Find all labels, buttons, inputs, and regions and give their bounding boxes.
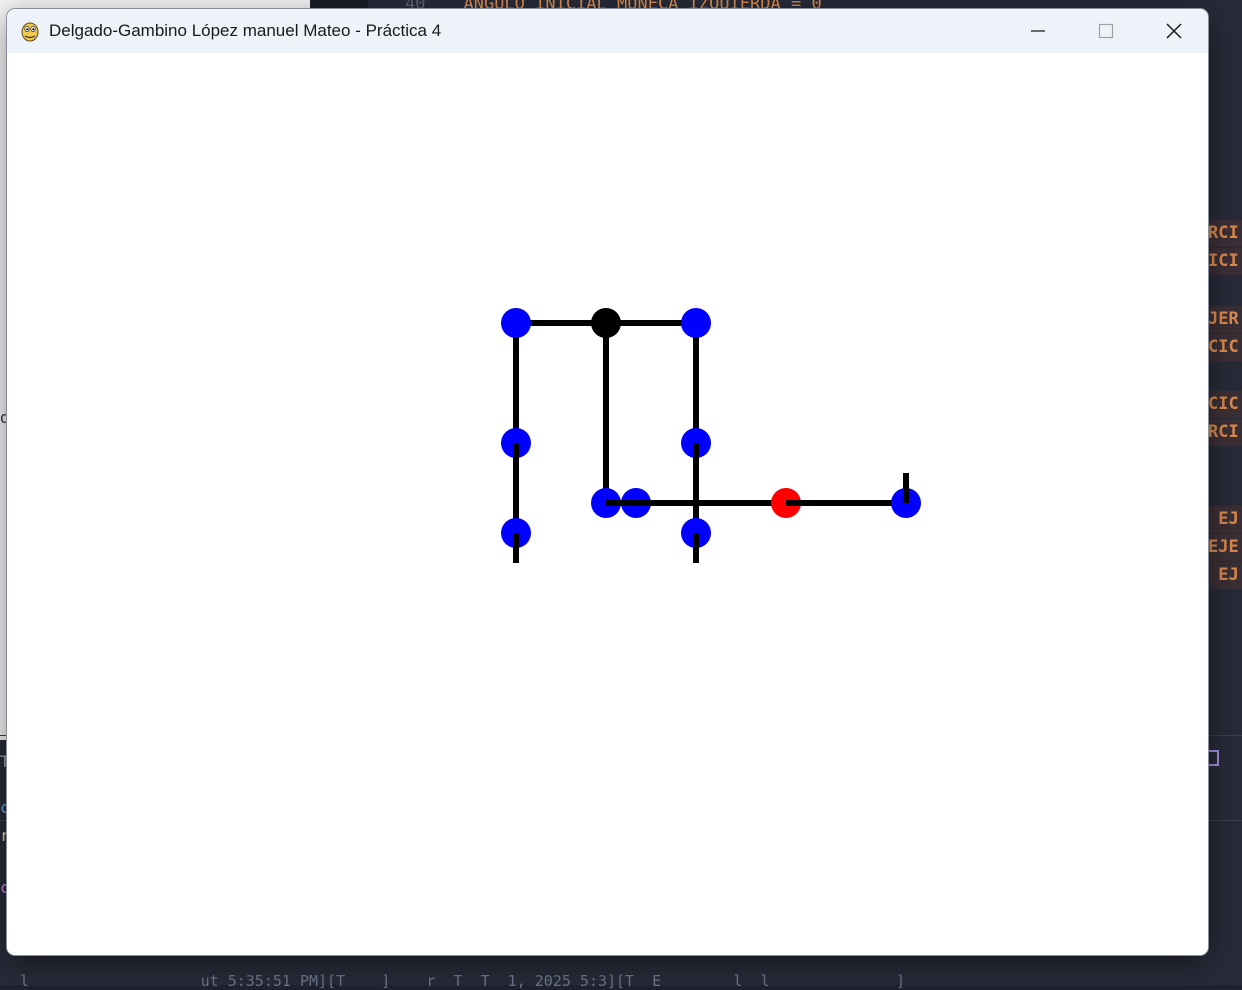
background-terminal-line: l ut 5:35:51 PM][T ] r T T 1, 2025 5:3][…	[20, 972, 906, 990]
close-button[interactable]	[1140, 9, 1208, 53]
code-fragment: EJ	[1208, 562, 1242, 589]
code-fragment: RCI	[1208, 419, 1242, 446]
code-fragment: JER	[1208, 306, 1242, 333]
window-controls	[1004, 9, 1208, 53]
joint-top-right	[681, 308, 711, 338]
drawing-canvas[interactable]	[7, 53, 1208, 955]
joint-top-center	[591, 308, 621, 338]
code-fragment: CIC	[1208, 334, 1242, 361]
joint-top-left	[501, 308, 531, 338]
minimize-icon	[1031, 30, 1045, 32]
minimize-button[interactable]	[1004, 9, 1072, 53]
python-icon[interactable]	[19, 20, 41, 42]
panel-layout-icon[interactable]	[1207, 750, 1219, 766]
code-fragment: RCI	[1208, 220, 1242, 247]
code-fragment: EJE	[1208, 534, 1242, 561]
code-fragment: CIC	[1208, 391, 1242, 418]
figure-joints	[501, 308, 921, 563]
background-right-code: RCI ICI JER CIC CIC RCI EJ EJE EJ	[1208, 0, 1242, 985]
code-fragment: EJ	[1208, 506, 1242, 533]
stick-figure	[501, 308, 921, 563]
title-bar[interactable]: Delgado-Gambino López manuel Mateo - Prá…	[7, 9, 1208, 53]
close-icon	[1166, 23, 1182, 39]
maximize-button[interactable]	[1072, 9, 1140, 53]
app-window: Delgado-Gambino López manuel Mateo - Prá…	[7, 9, 1208, 955]
code-fragment: ICI	[1208, 248, 1242, 275]
window-title: Delgado-Gambino López manuel Mateo - Prá…	[49, 21, 442, 40]
maximize-icon	[1098, 23, 1114, 39]
